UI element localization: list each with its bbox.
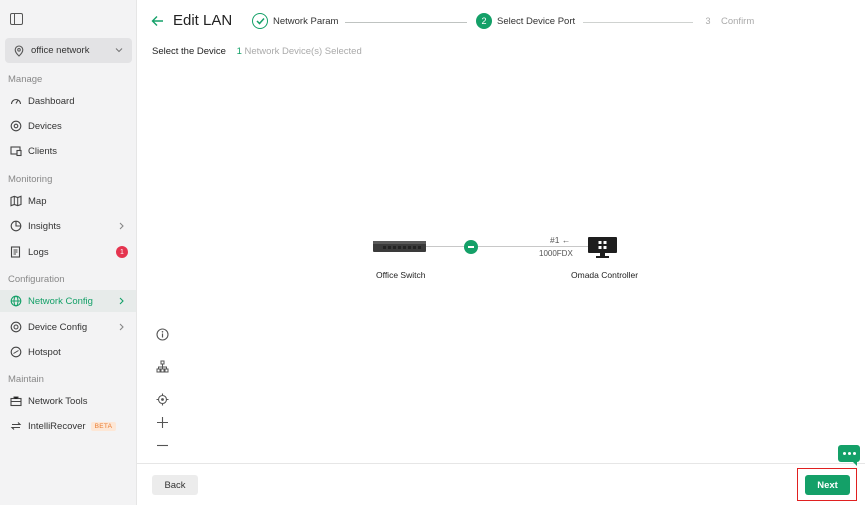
sidebar-item-label: Network Tools xyxy=(28,395,88,407)
step-divider xyxy=(583,22,693,23)
sidebar: office network Manage Dashboard Devices … xyxy=(0,0,137,505)
chevron-right-icon xyxy=(119,222,124,230)
controller-name: Omada Controller xyxy=(571,270,639,280)
switch-device-icon[interactable] xyxy=(373,240,426,253)
site-selector[interactable]: office network xyxy=(5,38,132,63)
device-config-icon xyxy=(10,321,22,333)
dashboard-icon xyxy=(10,95,22,107)
sidebar-item-label: Network Config xyxy=(28,295,93,307)
locate-icon xyxy=(156,393,168,405)
link-speed-label: 1000FDX xyxy=(539,249,573,258)
sidebar-item-insights[interactable]: Insights xyxy=(0,215,136,237)
sidebar-item-label: IntelliRecover xyxy=(28,420,86,432)
step-number: 3 xyxy=(705,16,711,26)
info-icon xyxy=(155,327,169,341)
toolbox-icon xyxy=(10,395,22,407)
topology-layout-button[interactable] xyxy=(152,356,172,376)
link-line xyxy=(426,246,588,247)
sidebar-item-intellirecover[interactable]: IntelliRecover BETA xyxy=(0,415,136,437)
sidebar-item-label: Map xyxy=(28,195,47,207)
device-selection-summary: Select the Device 1 Network Device(s) Se… xyxy=(152,46,362,57)
back-arrow-icon[interactable] xyxy=(151,15,164,27)
section-configuration: Configuration xyxy=(8,274,65,285)
logs-icon xyxy=(10,246,22,258)
zoom-in-button[interactable] xyxy=(152,412,172,432)
devices-icon xyxy=(10,120,22,132)
sidebar-toggle-icon[interactable] xyxy=(10,13,23,25)
step-select-device-port: 2 Select Device Port xyxy=(476,13,575,29)
sidebar-item-label: Logs xyxy=(28,246,49,258)
hotspot-icon xyxy=(10,346,22,358)
checkmark-icon xyxy=(252,13,268,29)
port-label: #1 ← xyxy=(550,235,571,245)
recover-icon xyxy=(10,420,22,432)
sidebar-item-device-config[interactable]: Device Config xyxy=(0,316,136,338)
sidebar-item-logs[interactable]: Logs 1 xyxy=(0,241,136,263)
selected-count-text: 1 Network Device(s) Selected xyxy=(237,46,362,57)
step-label: Confirm xyxy=(721,15,755,27)
location-pin-icon xyxy=(14,44,24,57)
insights-icon xyxy=(10,220,22,232)
site-name: office network xyxy=(31,45,90,56)
globe-icon xyxy=(10,295,22,307)
clients-icon xyxy=(10,145,22,157)
zoom-out-button[interactable] xyxy=(152,435,172,455)
back-button[interactable]: Back xyxy=(152,475,198,495)
next-button[interactable]: Next xyxy=(805,475,850,495)
selected-count: 1 xyxy=(236,46,242,57)
sidebar-item-devices[interactable]: Devices xyxy=(0,115,136,137)
section-maintain: Maintain xyxy=(8,374,44,385)
footer-bar xyxy=(137,463,865,505)
selected-count-suffix: Network Device(s) Selected xyxy=(244,46,362,57)
sidebar-item-label: Device Config xyxy=(28,321,88,333)
section-manage: Manage xyxy=(8,74,43,85)
select-device-label: Select the Device xyxy=(152,46,226,57)
chevron-right-icon xyxy=(119,323,124,331)
step-network-param: Network Param xyxy=(252,13,338,29)
chat-icon[interactable] xyxy=(838,445,860,466)
minus-icon xyxy=(156,444,168,446)
beta-badge: BETA xyxy=(90,421,117,431)
plus-icon xyxy=(156,416,168,428)
info-button[interactable] xyxy=(152,324,172,344)
step-divider xyxy=(345,22,467,23)
step-confirm: 3 Confirm xyxy=(700,13,754,29)
chevron-right-icon xyxy=(119,297,124,305)
step-number: 2 xyxy=(476,13,492,29)
sidebar-item-label: Clients xyxy=(28,145,58,157)
page-title: Edit LAN xyxy=(173,12,233,29)
section-monitoring: Monitoring xyxy=(8,174,53,185)
map-icon xyxy=(10,195,22,207)
sidebar-item-label: Devices xyxy=(28,120,62,132)
sidebar-item-label: Insights xyxy=(28,220,61,232)
step-label: Network Param xyxy=(273,15,339,27)
sidebar-item-clients[interactable]: Clients xyxy=(0,140,136,162)
sidebar-item-map[interactable]: Map xyxy=(0,190,136,212)
collapse-link-button[interactable] xyxy=(464,240,478,254)
sidebar-item-network-tools[interactable]: Network Tools xyxy=(0,390,136,412)
sidebar-item-network-config[interactable]: Network Config xyxy=(0,290,136,312)
sidebar-item-dashboard[interactable]: Dashboard xyxy=(0,90,136,112)
controller-device-icon[interactable] xyxy=(588,237,617,258)
sidebar-item-label: Hotspot xyxy=(28,346,61,358)
chevron-down-icon xyxy=(115,48,123,53)
step-label: Select Device Port xyxy=(497,15,576,27)
sidebar-item-hotspot[interactable]: Hotspot xyxy=(0,341,136,363)
hierarchy-icon xyxy=(156,360,168,372)
switch-name: Office Switch xyxy=(376,270,426,280)
logs-count-badge: 1 xyxy=(116,246,128,258)
sidebar-item-label: Dashboard xyxy=(28,95,75,107)
recenter-button[interactable] xyxy=(152,389,172,409)
